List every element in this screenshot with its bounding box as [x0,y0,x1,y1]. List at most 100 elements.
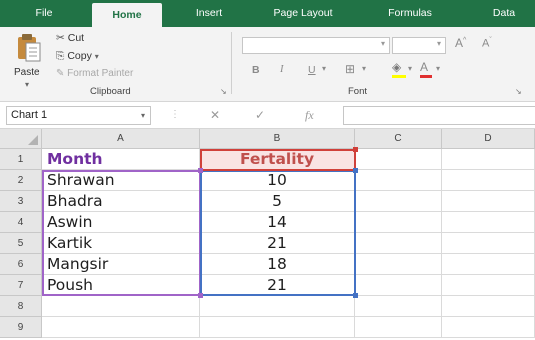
fill-color-dropdown-icon[interactable]: ▾ [408,64,412,73]
cell-d1[interactable] [442,149,535,170]
cancel-icon[interactable]: ✕ [210,108,220,122]
fill-color-button[interactable]: ◈ [392,60,406,78]
cell-c7[interactable] [355,275,442,296]
tab-home[interactable]: Home [92,3,162,27]
cell-c3[interactable] [355,191,442,212]
bold-button[interactable]: B [252,64,260,76]
grow-font-button[interactable]: A^ [455,36,466,50]
copy-label: Copy [67,50,92,62]
column-header-b[interactable]: B [200,129,355,149]
cell-a2[interactable]: Shrawan [42,170,200,191]
font-name-dropdown-icon[interactable]: ▾ [381,39,385,48]
cell-a8[interactable] [42,296,200,317]
formula-bar: Chart 1 ▾ ⋮ ✕ ✓ fx [0,102,535,129]
ribbon-divider [231,32,232,94]
font-color-button[interactable]: A [420,60,432,78]
cell-c1[interactable] [355,149,442,170]
copy-dropdown-icon[interactable]: ▾ [95,52,99,61]
cell-d2[interactable] [442,170,535,191]
cell-b6[interactable]: 18 [200,254,355,275]
cell-b8[interactable] [200,296,355,317]
row-header[interactable]: 8 [0,296,42,317]
tab-file[interactable]: File [22,0,66,27]
borders-dropdown-icon[interactable]: ▾ [362,64,366,73]
cell-b3[interactable]: 5 [200,191,355,212]
cell-c9[interactable] [355,317,442,338]
cell-d8[interactable] [442,296,535,317]
cell-a6[interactable]: Mangsir [42,254,200,275]
enter-icon[interactable]: ✓ [255,108,265,122]
cut-button[interactable]: ✂ Cut [56,32,84,44]
worksheet-grid[interactable]: A B C D 1 2 3 4 5 6 7 8 9 Month Fertalit… [0,129,535,340]
font-color-dropdown-icon[interactable]: ▾ [436,64,440,73]
cell-d6[interactable] [442,254,535,275]
font-name-box[interactable]: ▾ [242,37,390,54]
cell-c8[interactable] [355,296,442,317]
name-box-value: Chart 1 [11,109,48,121]
cell-c5[interactable] [355,233,442,254]
cell-b9[interactable] [200,317,355,338]
copy-button[interactable]: ⎘ Copy ▾ [56,50,99,63]
cell-d7[interactable] [442,275,535,296]
cell-c6[interactable] [355,254,442,275]
row-header[interactable]: 2 [0,170,42,191]
shrink-font-button[interactable]: Aˇ [482,37,492,50]
row-header[interactable]: 5 [0,233,42,254]
format-painter-button[interactable]: ✎ Format Painter [56,68,133,79]
cell-a9[interactable] [42,317,200,338]
clipboard-group-label: Clipboard [90,86,131,97]
cell-a1[interactable]: Month [42,149,200,170]
underline-button[interactable]: U [308,64,316,76]
cell-a5[interactable]: Kartik [42,233,200,254]
name-box[interactable]: Chart 1 ▾ [6,106,151,125]
font-color-label: A [420,60,429,74]
cell-b2[interactable]: 10 [200,170,355,191]
cell-b7[interactable]: 21 [200,275,355,296]
column-header-a[interactable]: A [42,129,200,149]
cell-d9[interactable] [442,317,535,338]
underline-dropdown-icon[interactable]: ▾ [322,64,326,73]
formula-input[interactable] [343,106,535,125]
paste-dropdown-icon[interactable]: ▾ [25,80,29,89]
row-header[interactable]: 7 [0,275,42,296]
cell-c4[interactable] [355,212,442,233]
column-header-d[interactable]: D [442,129,535,149]
cell-d3[interactable] [442,191,535,212]
select-all-button[interactable] [0,129,42,149]
cell-d5[interactable] [442,233,535,254]
row-header[interactable]: 3 [0,191,42,212]
row-header[interactable]: 6 [0,254,42,275]
font-size-dropdown-icon[interactable]: ▾ [437,39,441,48]
insert-function-icon[interactable]: fx [305,108,314,123]
tab-formulas[interactable]: Formulas [370,0,450,27]
column-header-c[interactable]: C [355,129,442,149]
cell-a7[interactable]: Poush [42,275,200,296]
scissors-icon: ✂ [56,32,65,44]
tab-page-layout[interactable]: Page Layout [253,0,353,27]
clipboard-launcher-icon[interactable]: ↘ [220,87,227,96]
cell-b4[interactable]: 14 [200,212,355,233]
cell-c2[interactable] [355,170,442,191]
copy-icon: ⎘ [56,50,65,62]
italic-button[interactable]: I [280,64,284,75]
grow-font-label: A [455,36,464,50]
cell-a3[interactable]: Bhadra [42,191,200,212]
tab-data[interactable]: Data [478,0,530,27]
font-group-label: Font [348,86,368,97]
paste-icon [18,34,41,62]
row-header[interactable]: 9 [0,317,42,338]
row-header[interactable]: 4 [0,212,42,233]
ribbon-home-panel: Paste ▾ ✂ Cut ⎘ Copy ▾ ✎ Format Painter … [0,27,535,102]
font-launcher-icon[interactable]: ↘ [515,87,522,96]
cell-b5[interactable]: 21 [200,233,355,254]
borders-icon[interactable]: ⊞ [345,62,355,76]
name-box-dropdown-icon[interactable]: ▾ [141,107,145,124]
row-header[interactable]: 1 [0,149,42,170]
cell-a4[interactable]: Aswin [42,212,200,233]
font-size-box[interactable]: ▾ [392,37,446,54]
tab-insert[interactable]: Insert [183,0,235,27]
format-painter-label: Format Painter [67,68,134,79]
cell-b1[interactable]: Fertality [200,149,355,170]
font-color-swatch [420,75,432,78]
cell-d4[interactable] [442,212,535,233]
